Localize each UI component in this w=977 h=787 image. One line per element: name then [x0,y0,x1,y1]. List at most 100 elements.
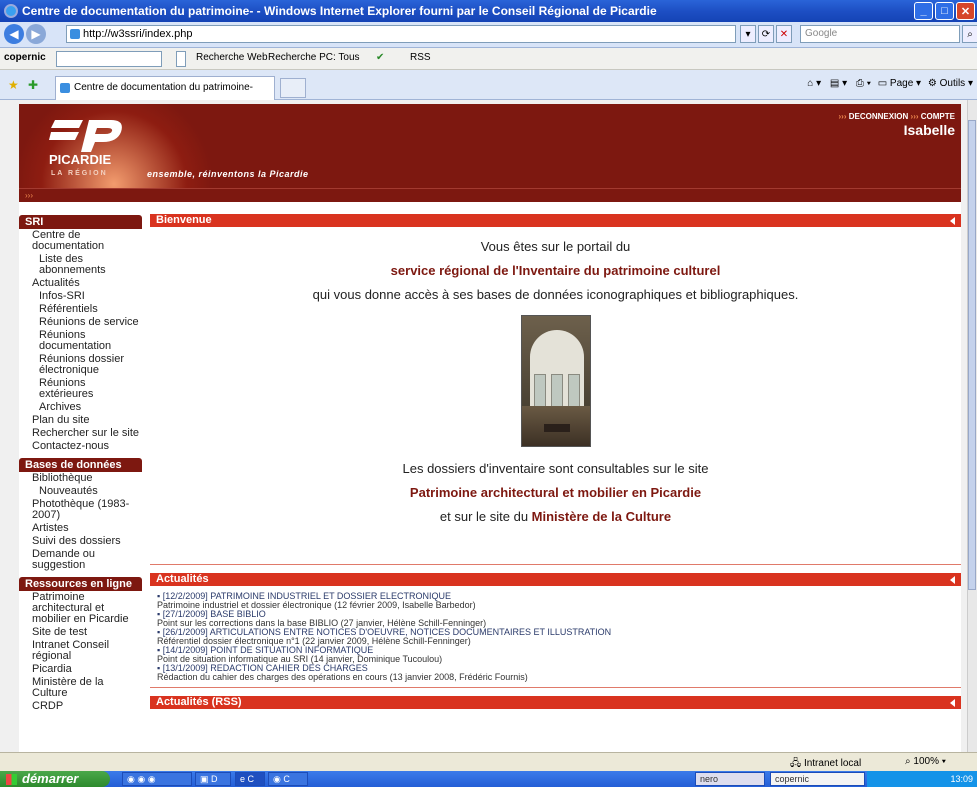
nav-item[interactable]: Centre de documentation [19,229,142,253]
nav-item[interactable]: Référentiels [19,303,142,316]
nav-item[interactable]: Contactez-nous [19,440,142,453]
nav-section-ressources: Ressources en ligne [19,577,142,591]
nav-item[interactable]: Rechercher sur le site [19,427,142,440]
maximize-button[interactable]: □ [935,2,954,20]
nav-item[interactable]: Bibliothèque [19,472,142,485]
url-dropdown-button[interactable]: ▾ [740,25,756,43]
address-bar-row: ◀ ▶ http://w3ssri/index.php ▾ ⟳ ✕ Google… [0,22,977,48]
nav-item[interactable]: Picardia [19,663,142,676]
rss-button[interactable]: RSS [410,52,431,63]
recherche-pc-button[interactable]: Recherche PC: Tous [268,52,360,63]
copernic-search-input[interactable] [56,51,162,67]
taskbar-item-ie[interactable]: e C [235,772,265,786]
ministere-link[interactable]: Ministère de la Culture [532,509,671,524]
windows-taskbar: démarrer ◉ ◉ ◉ ▣ D e C ◉ C nero copernic… [0,771,977,787]
forward-button[interactable]: ▶ [26,24,46,44]
divider [150,564,961,565]
nav-item[interactable]: Réunions dossier électronique [19,353,142,377]
new-tab-button[interactable] [280,78,306,98]
nav-item[interactable]: Ministère de la Culture [19,676,142,700]
nav-item[interactable]: Nouveautés [19,485,142,498]
nav-item[interactable]: Archives [19,401,142,414]
favorites-star-icon[interactable]: ★ [8,78,19,92]
nav-item[interactable]: Réunions de service [19,316,142,329]
nav-item[interactable]: Site de test [19,626,142,639]
url-input[interactable]: http://w3ssri/index.php [66,25,736,43]
news-list: ▪ [12/2/2009] PATRIMOINE INDUSTRIEL ET D… [150,592,961,682]
clock: 13:09 [950,774,973,784]
page-menu[interactable]: ▭ Page ▾ [878,78,921,89]
news-detail: Patrimoine industriel et dossier électro… [157,600,476,610]
nav-item[interactable]: Infos-SRI [19,290,142,303]
nav-item[interactable]: Suivi des dossiers [19,535,142,548]
region-subtitle: LA RÉGION [51,170,108,177]
tab-row: ★ ✚ Centre de documentation du patrimoin… [0,70,977,100]
news-item: ▪ [13/1/2009] REDACTION CAHIER DES CHARG… [150,664,961,682]
scrollbar-thumb[interactable] [968,120,976,590]
welcome-line-2[interactable]: service régional de l'Inventaire du patr… [150,263,961,278]
welcome-line-4: Les dossiers d'inventaire sont consultab… [402,461,709,476]
stop-button[interactable]: ✕ [776,25,792,43]
nav-item[interactable]: Photothèque (1983-2007) [19,498,142,522]
nav-item[interactable]: CRDP [19,700,142,713]
left-navigation: SRI Centre de documentation Liste des abo… [19,214,142,713]
highlight-icon[interactable]: ✔ [376,52,384,63]
nav-item[interactable]: Artistes [19,522,142,535]
url-text: http://w3ssri/index.php [83,28,193,40]
collapse-icon[interactable] [950,699,955,707]
windows-flag-icon [6,774,17,785]
copernic-dropdown[interactable] [176,51,186,67]
news-item: ▪ [12/2/2009] PATRIMOINE INDUSTRIEL ET D… [150,592,961,610]
interior-photo [520,315,591,447]
nav-item[interactable]: Réunions documentation [19,329,142,353]
site-container: PICARDIE LA RÉGION ensemble, réinventons… [19,104,961,752]
copernic-taskbar[interactable]: copernic [770,772,865,786]
print-icon[interactable]: ⎙ ▾ [856,78,871,89]
deconnexion-link[interactable]: DECONNEXION [849,112,909,121]
collapse-icon[interactable] [950,576,955,584]
search-icon[interactable]: ⌕ [962,25,977,43]
close-button[interactable]: ✕ [956,2,975,20]
nav-section-sri: SRI [19,215,142,229]
actualites-title: Actualités [156,573,209,585]
nav-item[interactable]: Patrimoine architectural et mobilier en … [19,591,142,626]
welcome-line-1: Vous êtes sur le portail du [480,239,631,254]
taskbar-item-3[interactable]: ◉ C [268,772,308,786]
search-input[interactable]: Google [800,25,960,43]
zoom-control[interactable]: ⌕ 100% ▾ [905,756,946,767]
news-item: ▪ [26/1/2009] ARTICULATIONS ENTRE NOTICE… [150,628,961,646]
refresh-button[interactable]: ⟳ [758,25,774,43]
command-bar: ⌂ ▾ ▤ ▾ ⎙ ▾ ▭ Page ▾ ⚙ Outils ▾ [807,78,973,89]
start-button[interactable]: démarrer [0,771,110,787]
welcome-line-6: et sur le site du Ministère de la Cultur… [150,509,961,524]
minimize-button[interactable]: _ [914,2,933,20]
welcome-line-6-prefix: et sur le site du [439,509,529,524]
slogan: ensemble, réinventons la Picardie [147,169,309,179]
nav-item[interactable]: Liste des abonnements [19,253,142,277]
taskbar-item-1[interactable]: ▣ D [195,772,231,786]
nav-item[interactable]: Intranet Conseil régional [19,639,142,663]
compte-link[interactable]: COMPTE [921,112,955,121]
home-icon[interactable]: ⌂ ▾ [807,78,821,89]
add-favorites-icon[interactable]: ✚ [28,78,38,92]
nav-item[interactable]: Plan du site [19,414,142,427]
nav-item[interactable]: Demande ou suggestion [19,548,142,572]
tab-active[interactable]: Centre de documentation du patrimoine- [55,76,275,100]
quicklaunch-icons[interactable]: ◉ ◉ ◉ [122,772,192,786]
nav-item[interactable]: Réunions extérieures [19,377,142,401]
nav-ressources-list: Patrimoine architectural et mobilier en … [19,591,142,713]
main-content: Bienvenue Vous êtes sur le portail du se… [150,214,961,709]
picardie-logo-icon[interactable] [49,116,129,154]
recherche-web-button[interactable]: Recherche Web [196,52,268,63]
site-banner: PICARDIE LA RÉGION ensemble, réinventons… [19,104,961,188]
back-button[interactable]: ◀ [4,24,24,44]
nero-item[interactable]: nero [695,772,765,786]
patrimoine-link[interactable]: Patrimoine architectural et mobilier en … [150,485,961,500]
feeds-icon[interactable]: ▤ ▾ [830,78,847,89]
copernic-brand[interactable]: copernic [4,52,46,63]
nav-item[interactable]: Actualités [19,277,142,290]
page-icon [70,29,80,39]
collapse-icon[interactable] [950,217,955,225]
tools-menu[interactable]: ⚙ Outils ▾ [928,78,973,89]
welcome-line-3: qui vous donne accès à ses bases de donn… [312,287,799,302]
